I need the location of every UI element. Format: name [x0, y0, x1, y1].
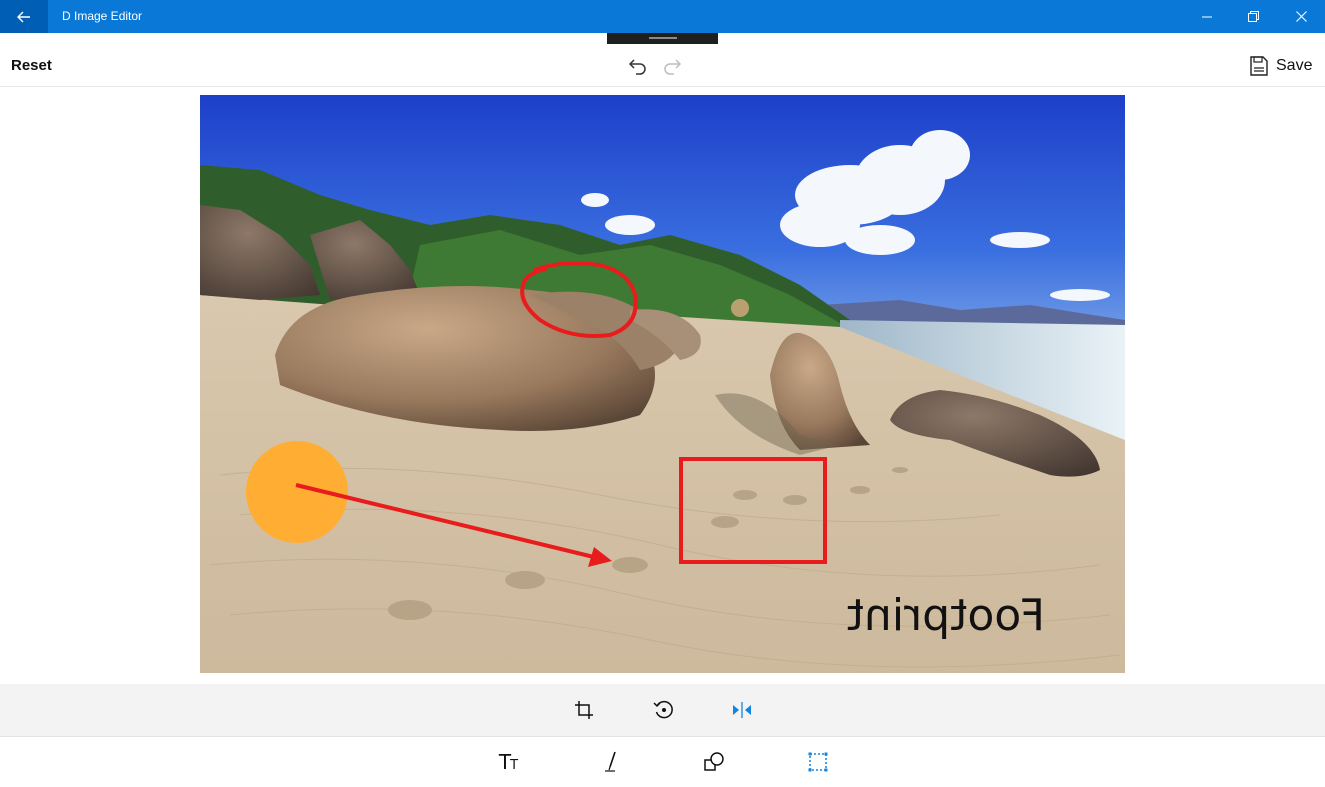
save-label: Save: [1276, 57, 1313, 74]
redo-button[interactable]: [658, 53, 686, 79]
crop-button[interactable]: [564, 692, 604, 728]
draw-toolbar: TT: [0, 737, 1325, 787]
minimize-button[interactable]: [1184, 0, 1230, 33]
undo-icon: [628, 59, 646, 75]
annotation-text[interactable]: Footprint: [847, 590, 1045, 641]
selection-icon: [808, 752, 828, 772]
minimize-icon: [1202, 16, 1212, 17]
rotate-icon: [653, 700, 673, 719]
reset-button[interactable]: Reset: [11, 57, 52, 74]
restore-icon: [1247, 11, 1259, 22]
flip-horizontal-icon: [733, 702, 751, 718]
command-bar: Reset Save: [0, 44, 1325, 87]
edited-image[interactable]: Footprint: [200, 95, 1125, 673]
crop-icon: [575, 701, 593, 719]
close-icon: [1295, 11, 1307, 22]
lens-flare: [731, 299, 749, 317]
select-tool-button[interactable]: [798, 744, 838, 780]
restore-button[interactable]: [1230, 0, 1276, 33]
text-tool-button[interactable]: TT: [488, 744, 528, 780]
rotate-button[interactable]: [644, 692, 684, 728]
save-button[interactable]: Save: [1250, 53, 1312, 79]
close-button[interactable]: [1278, 0, 1324, 33]
drag-handle[interactable]: [607, 33, 718, 44]
shapes-icon: [704, 752, 724, 771]
floppy-disk-icon: [1250, 56, 1268, 76]
text-tool-icon: TT: [498, 750, 518, 774]
redo-icon: [664, 59, 682, 75]
back-button[interactable]: [0, 0, 48, 33]
undo-button[interactable]: [624, 53, 652, 79]
app-title: D Image Editor: [62, 9, 143, 23]
image-canvas[interactable]: Footprint: [200, 95, 1125, 673]
title-bar: D Image Editor: [0, 0, 1325, 33]
flip-button[interactable]: [722, 692, 762, 728]
pen-tool-button[interactable]: [593, 744, 633, 780]
pen-icon: [605, 751, 616, 772]
shapes-tool-button[interactable]: [694, 744, 734, 780]
adjust-toolbar: [0, 684, 1325, 737]
arrow-left-icon: [17, 11, 30, 22]
